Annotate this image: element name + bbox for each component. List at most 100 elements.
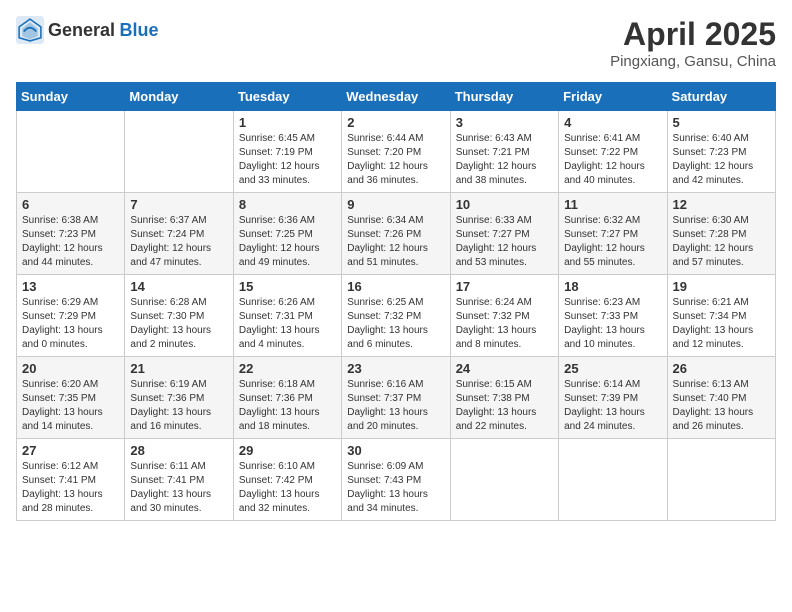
day-info: Sunrise: 6:44 AMSunset: 7:20 PMDaylight:… xyxy=(347,132,444,188)
calendar-cell: 17Sunrise: 6:24 AMSunset: 7:32 PMDayligh… xyxy=(450,275,558,357)
day-info: Sunrise: 6:13 AMSunset: 7:40 PMDaylight:… xyxy=(673,378,770,434)
calendar-cell: 4 Sunrise: 6:41 AMSunset: 7:22 PMDaylight… xyxy=(559,111,667,193)
day-info: Sunrise: 6:21 AMSunset: 7:34 PMDaylight:… xyxy=(673,296,770,352)
month-title: April 2025 xyxy=(610,16,776,53)
col-thursday: Thursday xyxy=(450,83,558,111)
col-wednesday: Wednesday xyxy=(342,83,450,111)
day-info: Sunrise: 6:09 AMSunset: 7:43 PMDaylight:… xyxy=(347,460,444,516)
day-number: 29 xyxy=(239,443,336,458)
calendar-cell: 7Sunrise: 6:37 AMSunset: 7:24 PMDaylight… xyxy=(125,193,233,275)
day-info: Sunrise: 6:26 AMSunset: 7:31 PMDaylight:… xyxy=(239,296,336,352)
calendar-cell: 14 Sunrise: 6:28 AMSunset: 7:30 PMDayligh… xyxy=(125,275,233,357)
calendar-cell xyxy=(17,111,125,193)
day-number: 14 xyxy=(130,279,227,294)
day-info: Sunrise: 6:29 AMSunset: 7:29 PMDaylight:… xyxy=(22,296,119,352)
day-number: 3 xyxy=(456,115,553,130)
calendar-cell: 15 Sunrise: 6:26 AMSunset: 7:31 PMDayligh… xyxy=(233,275,341,357)
calendar-cell: 13 Sunrise: 6:29 AMSunset: 7:29 PMDayligh… xyxy=(17,275,125,357)
day-info: Sunrise: 6:20 AMSunset: 7:35 PMDaylight:… xyxy=(22,378,119,434)
day-info: Sunrise: 6:38 AMSunset: 7:23 PMDaylight:… xyxy=(22,214,119,270)
col-saturday: Saturday xyxy=(667,83,775,111)
calendar-cell: 19 Sunrise: 6:21 AMSunset: 7:34 PMDayligh… xyxy=(667,275,775,357)
day-number: 23 xyxy=(347,361,444,376)
day-info: Sunrise: 6:40 AMSunset: 7:23 PMDaylight:… xyxy=(673,132,770,188)
col-friday: Friday xyxy=(559,83,667,111)
day-info: Sunrise: 6:37 AMSunset: 7:24 PMDaylight:… xyxy=(130,214,227,270)
calendar-cell: 24 Sunrise: 6:15 AMSunset: 7:38 PMDayligh… xyxy=(450,357,558,439)
day-info: Sunrise: 6:45 AMSunset: 7:19 PMDaylight:… xyxy=(239,132,336,188)
calendar-cell: 5 Sunrise: 6:40 AMSunset: 7:23 PMDaylight… xyxy=(667,111,775,193)
day-number: 18 xyxy=(564,279,661,294)
calendar-cell xyxy=(559,439,667,521)
calendar-cell: 22 Sunrise: 6:18 AMSunset: 7:36 PMDayligh… xyxy=(233,357,341,439)
day-info: Sunrise: 6:23 AMSunset: 7:33 PMDaylight:… xyxy=(564,296,661,352)
day-number: 20 xyxy=(22,361,119,376)
calendar-cell: 27 Sunrise: 6:12 AMSunset: 7:41 PMDayligh… xyxy=(17,439,125,521)
page-header: General Blue April 2025 Pingxiang, Gansu… xyxy=(16,16,776,70)
day-info: Sunrise: 6:14 AMSunset: 7:39 PMDaylight:… xyxy=(564,378,661,434)
calendar-header-row: Sunday Monday Tuesday Wednesday Thursday… xyxy=(17,83,776,111)
day-number: 19 xyxy=(673,279,770,294)
day-info: Sunrise: 6:24 AMSunset: 7:32 PMDaylight:… xyxy=(456,296,553,352)
calendar-cell: 10Sunrise: 6:33 AMSunset: 7:27 PMDayligh… xyxy=(450,193,558,275)
calendar-week-1: 1 Sunrise: 6:45 AMSunset: 7:19 PMDaylight… xyxy=(17,111,776,193)
day-number: 22 xyxy=(239,361,336,376)
title-block: April 2025 Pingxiang, Gansu, China xyxy=(610,16,776,70)
calendar-cell xyxy=(450,439,558,521)
logo: General Blue xyxy=(16,16,159,44)
calendar-cell: 26 Sunrise: 6:13 AMSunset: 7:40 PMDayligh… xyxy=(667,357,775,439)
day-info: Sunrise: 6:41 AMSunset: 7:22 PMDaylight:… xyxy=(564,132,661,188)
calendar-week-2: 6 Sunrise: 6:38 AMSunset: 7:23 PMDaylight… xyxy=(17,193,776,275)
day-info: Sunrise: 6:34 AMSunset: 7:26 PMDaylight:… xyxy=(347,214,444,270)
calendar-cell: 25 Sunrise: 6:14 AMSunset: 7:39 PMDayligh… xyxy=(559,357,667,439)
day-number: 9 xyxy=(347,197,444,212)
calendar-cell: 9 Sunrise: 6:34 AMSunset: 7:26 PMDaylight… xyxy=(342,193,450,275)
logo-general-text: General xyxy=(48,20,115,40)
generalblue-icon xyxy=(16,16,44,44)
calendar-table: Sunday Monday Tuesday Wednesday Thursday… xyxy=(16,82,776,521)
calendar-cell: 23Sunrise: 6:16 AMSunset: 7:37 PMDayligh… xyxy=(342,357,450,439)
day-number: 4 xyxy=(564,115,661,130)
day-number: 28 xyxy=(130,443,227,458)
day-number: 24 xyxy=(456,361,553,376)
calendar-cell: 3Sunrise: 6:43 AMSunset: 7:21 PMDaylight… xyxy=(450,111,558,193)
day-number: 15 xyxy=(239,279,336,294)
day-number: 13 xyxy=(22,279,119,294)
calendar-cell xyxy=(667,439,775,521)
calendar-cell: 8Sunrise: 6:36 AMSunset: 7:25 PMDaylight… xyxy=(233,193,341,275)
day-number: 27 xyxy=(22,443,119,458)
calendar-cell: 21 Sunrise: 6:19 AMSunset: 7:36 PMDayligh… xyxy=(125,357,233,439)
day-number: 16 xyxy=(347,279,444,294)
day-number: 1 xyxy=(239,115,336,130)
location-title: Pingxiang, Gansu, China xyxy=(610,53,776,70)
day-number: 5 xyxy=(673,115,770,130)
day-info: Sunrise: 6:19 AMSunset: 7:36 PMDaylight:… xyxy=(130,378,227,434)
day-number: 21 xyxy=(130,361,227,376)
calendar-cell: 30 Sunrise: 6:09 AMSunset: 7:43 PMDayligh… xyxy=(342,439,450,521)
day-number: 2 xyxy=(347,115,444,130)
calendar-cell: 16Sunrise: 6:25 AMSunset: 7:32 PMDayligh… xyxy=(342,275,450,357)
day-info: Sunrise: 6:32 AMSunset: 7:27 PMDaylight:… xyxy=(564,214,661,270)
calendar-week-3: 13 Sunrise: 6:29 AMSunset: 7:29 PMDayligh… xyxy=(17,275,776,357)
col-tuesday: Tuesday xyxy=(233,83,341,111)
calendar-cell: 1 Sunrise: 6:45 AMSunset: 7:19 PMDaylight… xyxy=(233,111,341,193)
day-info: Sunrise: 6:33 AMSunset: 7:27 PMDaylight:… xyxy=(456,214,553,270)
day-info: Sunrise: 6:18 AMSunset: 7:36 PMDaylight:… xyxy=(239,378,336,434)
day-info: Sunrise: 6:30 AMSunset: 7:28 PMDaylight:… xyxy=(673,214,770,270)
col-monday: Monday xyxy=(125,83,233,111)
calendar-cell: 6 Sunrise: 6:38 AMSunset: 7:23 PMDaylight… xyxy=(17,193,125,275)
calendar-cell: 12Sunrise: 6:30 AMSunset: 7:28 PMDayligh… xyxy=(667,193,775,275)
calendar-week-5: 27 Sunrise: 6:12 AMSunset: 7:41 PMDayligh… xyxy=(17,439,776,521)
day-number: 30 xyxy=(347,443,444,458)
day-number: 6 xyxy=(22,197,119,212)
calendar-cell: 2 Sunrise: 6:44 AMSunset: 7:20 PMDaylight… xyxy=(342,111,450,193)
day-info: Sunrise: 6:28 AMSunset: 7:30 PMDaylight:… xyxy=(130,296,227,352)
day-number: 8 xyxy=(239,197,336,212)
day-info: Sunrise: 6:12 AMSunset: 7:41 PMDaylight:… xyxy=(22,460,119,516)
day-info: Sunrise: 6:10 AMSunset: 7:42 PMDaylight:… xyxy=(239,460,336,516)
calendar-week-4: 20 Sunrise: 6:20 AMSunset: 7:35 PMDayligh… xyxy=(17,357,776,439)
day-number: 26 xyxy=(673,361,770,376)
col-sunday: Sunday xyxy=(17,83,125,111)
day-info: Sunrise: 6:15 AMSunset: 7:38 PMDaylight:… xyxy=(456,378,553,434)
day-number: 25 xyxy=(564,361,661,376)
